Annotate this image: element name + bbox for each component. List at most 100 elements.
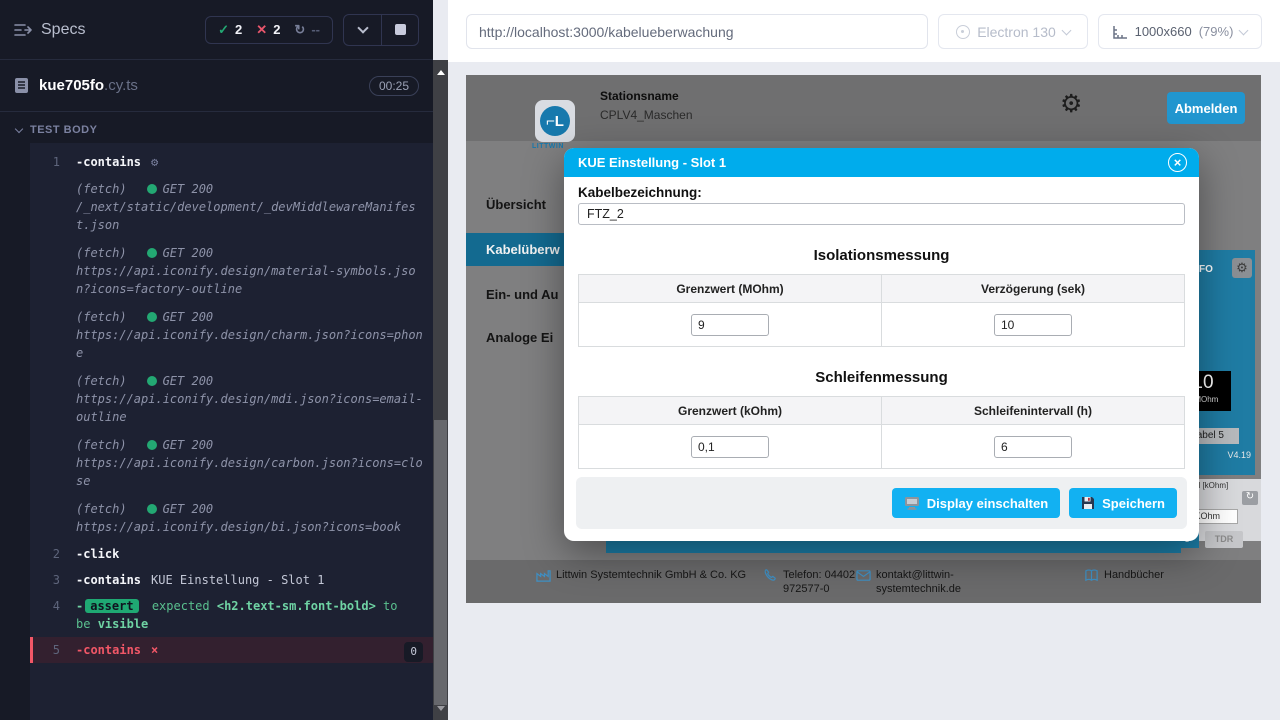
fetch-log-row[interactable]: (fetch) GET 200 /_next/static/developmen… [30, 175, 433, 239]
iso-col-delay: Verzögerung (sek) [882, 275, 1185, 303]
iso-delay-input[interactable] [994, 314, 1072, 336]
fetch-label: (fetch) [76, 372, 127, 390]
command-log: 1 -contains ⚙ (fetch) GET 200 /_next/sta… [30, 143, 433, 720]
stat-pending: ↻ -- [294, 22, 320, 38]
fetch-label: (fetch) [76, 500, 127, 518]
stat-failed: ✕ 2 [256, 22, 280, 38]
fetch-status: GET 200 [163, 372, 214, 390]
fetch-status: GET 200 [163, 180, 214, 198]
iso-limit-input[interactable] [691, 314, 769, 336]
fetch-url: https://api.iconify.design/material-symb… [76, 262, 423, 298]
nav-item-uebersicht[interactable]: Übersicht [486, 197, 546, 212]
scroll-down-arrow[interactable] [433, 700, 448, 716]
spec-name: kue705fo [39, 77, 104, 94]
command-row[interactable]: 1 -contains ⚙ [30, 149, 433, 175]
sidebar-menu-icon [14, 23, 32, 37]
fetch-label: (fetch) [76, 244, 127, 262]
footer-email: kontakt@littwin-systemtechnik.de [856, 568, 976, 596]
monitor-icon [904, 496, 920, 510]
loop-col-interval: Schleifenintervall (h) [882, 397, 1185, 425]
nav-item-analoge-eingaenge[interactable]: Analoge Ei [486, 330, 553, 345]
littwin-logo-icon: ⌐L [540, 106, 570, 136]
specs-toggle[interactable]: Specs [14, 21, 85, 39]
fetch-url: https://api.iconify.design/carbon.json?i… [76, 454, 423, 490]
status-dot-icon [147, 184, 157, 194]
url-input[interactable] [466, 14, 928, 49]
spec-duration: 00:25 [369, 76, 419, 96]
reporter-scrollbar[interactable] [433, 60, 448, 720]
fetch-url: https://api.iconify.design/mdi.json?icon… [76, 390, 423, 426]
fetch-url: https://api.iconify.design/charm.json?ic… [76, 326, 423, 362]
manuals-text: Handbücher [1104, 568, 1164, 583]
fetch-status: GET 200 [163, 500, 214, 518]
chevron-down-icon [1239, 25, 1249, 35]
match-count-badge: 0 [404, 642, 423, 662]
line-number: 3 [38, 571, 60, 589]
display-on-button[interactable]: Display einschalten [892, 488, 1060, 518]
command-name: -contains [76, 571, 141, 589]
factory-icon [536, 568, 551, 583]
app-footer: Littwin Systemtechnik GmbH & Co. KG Tele… [466, 560, 1261, 603]
loop-limit-input[interactable] [691, 436, 769, 458]
viewport-select[interactable]: 1000x660 (79%) [1098, 14, 1262, 49]
line-number: 2 [38, 545, 60, 563]
fetch-log-row[interactable]: (fetch) GET 200 https://api.iconify.desi… [30, 239, 433, 303]
reporter-header: Specs ✓ 2 ✕ 2 ↻ -- [0, 0, 433, 60]
assert-row[interactable]: 4 -assert expected <h2.text-sm.font-bold… [30, 593, 433, 637]
screen: Specs ✓ 2 ✕ 2 ↻ -- [0, 0, 1280, 720]
book-icon [1084, 568, 1099, 583]
viewport-size: 1000x660 [1135, 24, 1192, 39]
fetch-label: (fetch) [76, 180, 127, 198]
email-text: kontakt@littwin-systemtechnik.de [876, 568, 976, 596]
assert-expected: expected [152, 599, 210, 613]
assert-text: -assert expected <h2.text-sm.font-bold> … [76, 597, 416, 633]
fetch-label: (fetch) [76, 436, 127, 454]
fetch-log-row[interactable]: (fetch) GET 200 https://api.iconify.desi… [30, 303, 433, 367]
fail-x-icon: × [151, 641, 158, 659]
slot-gear-icon[interactable]: ⚙ [1232, 258, 1252, 278]
command-name: -click [76, 545, 119, 563]
browser-select[interactable]: Electron 130 [938, 14, 1088, 49]
status-dot-icon [147, 248, 157, 258]
nav-item-kabelueberwachung[interactable]: Kabelüberw [486, 242, 560, 257]
chevron-down-icon [1061, 25, 1071, 35]
collapse-button[interactable] [344, 15, 381, 45]
close-icon[interactable]: × [1168, 153, 1187, 172]
check-icon: ✓ [218, 22, 229, 38]
scroll-up-arrow[interactable] [433, 64, 448, 80]
status-dot-icon [147, 376, 157, 386]
footer-company: Littwin Systemtechnik GmbH & Co. KG [536, 568, 756, 583]
loop-section-title: Schleifenmessung [578, 369, 1185, 386]
status-dot-icon [147, 312, 157, 322]
assert-selector: <h2.text-sm.font-bold> [217, 599, 376, 613]
logout-button[interactable]: Abmelden [1167, 92, 1245, 124]
status-dot-icon [147, 440, 157, 450]
settings-gear-icon[interactable]: ⚙ [1060, 92, 1082, 117]
scrollbar-thumb[interactable] [434, 420, 447, 705]
passed-count: 2 [235, 22, 242, 37]
nav-item-ein-und-ausgaenge[interactable]: Ein- und Au [486, 287, 558, 302]
spec-row[interactable]: kue705fo.cy.ts 00:25 [0, 60, 433, 112]
save-button[interactable]: Speichern [1069, 488, 1177, 518]
iso-delay-cell [882, 303, 1185, 347]
stop-button[interactable] [381, 15, 418, 45]
command-row[interactable]: 3 -contains KUE Einstellung - Slot 1 [30, 567, 433, 593]
command-row[interactable]: 2 -click [30, 541, 433, 567]
tdr-button[interactable]: TDR [1205, 531, 1243, 548]
fetch-url: https://api.iconify.design/bi.json?icons… [76, 518, 423, 536]
fetch-log-row[interactable]: (fetch) GET 200 https://api.iconify.desi… [30, 367, 433, 431]
footer-manuals[interactable]: Handbücher [1084, 568, 1164, 583]
refresh-icon[interactable]: ↻ [1242, 491, 1258, 505]
cable-name-input[interactable] [578, 203, 1185, 225]
chevron-down-icon [357, 22, 368, 33]
test-body-header[interactable]: TEST BODY [0, 112, 433, 144]
fetch-log-row[interactable]: (fetch) GET 200 https://api.iconify.desi… [30, 495, 433, 541]
loop-table: Grenzwert (kOhm) Schleifenintervall (h) [578, 396, 1185, 469]
fetch-log-row[interactable]: (fetch) GET 200 https://api.iconify.desi… [30, 431, 433, 495]
stop-icon [395, 24, 406, 35]
modal-header: KUE Einstellung - Slot 1 × [564, 148, 1199, 177]
modal-footer: Display einschalten Speichern [576, 477, 1187, 529]
loop-interval-input[interactable] [994, 436, 1072, 458]
triangle-down-icon [437, 706, 445, 711]
failed-command-row[interactable]: 5 -contains × 0 [30, 637, 433, 663]
